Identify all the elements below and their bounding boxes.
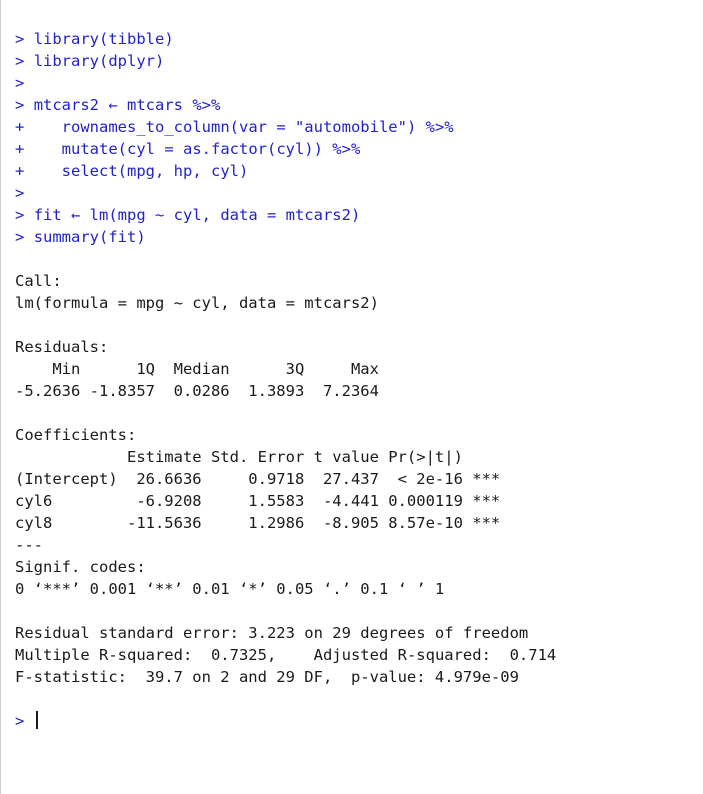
console-input-line: + mutate(cyl = as.factor(cyl)) %>% <box>15 140 360 158</box>
console-output-line: lm(formula = mpg ~ cyl, data = mtcars2) <box>15 294 379 312</box>
console-input-line: > summary(fit) <box>15 228 146 246</box>
console-output-line: Residuals: <box>15 338 108 356</box>
console-input-line: > mtcars2 ← mtcars %>% <box>15 96 220 114</box>
console-output-line: Estimate Std. Error t value Pr(>|t|) <box>15 448 500 466</box>
console-output-line: --- <box>15 536 43 554</box>
console-input-line: > fit ← lm(mpg ~ cyl, data = mtcars2) <box>15 206 360 224</box>
console-output-line: F-statistic: 39.7 on 2 and 29 DF, p-valu… <box>15 668 519 686</box>
console-output-line: Signif. codes: <box>15 558 164 576</box>
console-output-line: 0 ‘***’ 0.001 ‘**’ 0.01 ‘*’ 0.05 ‘.’ 0.1… <box>15 580 444 598</box>
text-cursor <box>36 711 38 729</box>
r-console[interactable]: > library(tibble) > library(dplyr) > > m… <box>0 0 703 794</box>
console-prompt[interactable]: > <box>15 712 38 730</box>
console-output-line: cyl8 -11.5636 1.2986 -8.905 8.57e-10 *** <box>15 514 500 532</box>
console-input-line: > library(dplyr) <box>15 52 164 70</box>
console-output-line: Residual standard error: 3.223 on 29 deg… <box>15 624 528 642</box>
console-output-line: Call: <box>15 272 62 290</box>
console-output-line: (Intercept) 26.6636 0.9718 27.437 < 2e-1… <box>15 470 500 488</box>
console-input-line: + rownames_to_column(var = "automobile")… <box>15 118 454 136</box>
console-input-line: > <box>15 184 34 202</box>
console-output-line: Coefficients: <box>15 426 136 444</box>
console-input-line: > library(tibble) <box>15 30 174 48</box>
console-output-line: Multiple R-squared: 0.7325, Adjusted R-s… <box>15 646 566 664</box>
console-input-line: + select(mpg, hp, cyl) <box>15 162 248 180</box>
console-output-line: -5.2636 -1.8357 0.0286 1.3893 7.2364 <box>15 382 388 400</box>
console-input-line: > <box>15 74 34 92</box>
console-output-line: cyl6 -6.9208 1.5583 -4.441 0.000119 *** <box>15 492 500 510</box>
console-output-line: Min 1Q Median 3Q Max <box>15 360 388 378</box>
